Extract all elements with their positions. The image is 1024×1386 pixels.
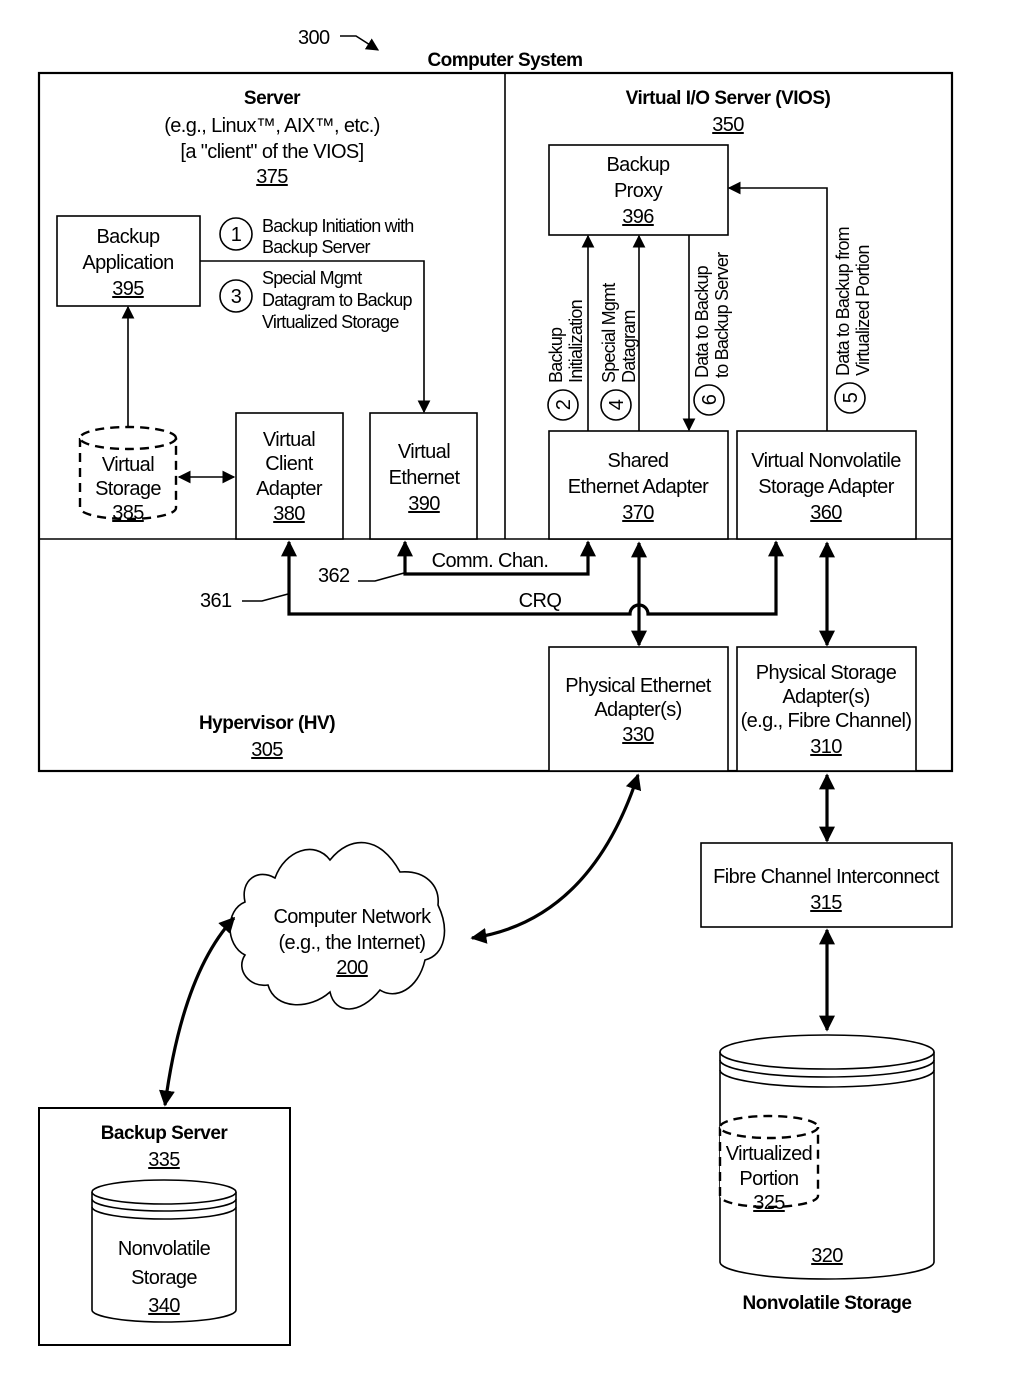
virtual-client-adapter-ref: 380 xyxy=(273,503,305,525)
backup-proxy[interactable]: Backup Proxy 396 xyxy=(548,144,729,236)
backup-storage-ref: 340 xyxy=(148,1295,180,1317)
comm-chan-ref: 362 xyxy=(318,565,350,587)
step-2-label: Backup xyxy=(546,327,566,383)
step-5-number: 5 xyxy=(840,392,862,403)
vios-ref: 350 xyxy=(712,114,744,136)
physical-storage-adapter-label: (e.g., Fibre Channel) xyxy=(741,710,912,732)
virtual-nonvolatile-storage-adapter[interactable]: Virtual Nonvolatile Storage Adapter 360 xyxy=(736,430,917,540)
shared-ethernet-adapter-label: Ethernet Adapter xyxy=(568,476,709,498)
physical-storage-adapter-ref: 310 xyxy=(810,736,842,758)
comm-chan-label: Comm. Chan. xyxy=(432,550,549,572)
virtualized-portion-label: Portion xyxy=(739,1168,798,1190)
server-ref: 375 xyxy=(256,166,288,188)
hypervisor-title: Hypervisor (HV) xyxy=(199,713,335,734)
step-5-label: Data to Backup from xyxy=(833,227,853,376)
computer-network-ref: 200 xyxy=(336,957,368,979)
backup-storage-label: Nonvolatile xyxy=(118,1238,211,1260)
shared-ethernet-adapter-label: Shared xyxy=(608,450,669,472)
step-6-label: Data to Backup xyxy=(692,265,712,378)
step-1-label: Backup Initiation with xyxy=(262,216,414,236)
virtualized-portion-ref: 325 xyxy=(753,1192,785,1214)
backup-server-title: Backup Server xyxy=(101,1123,229,1144)
backup-application[interactable]: Backup Application 395 xyxy=(56,215,201,307)
fibre-channel-label: Fibre Channel Interconnect xyxy=(713,866,940,888)
physical-ethernet-adapter-label: Physical Ethernet xyxy=(565,675,711,697)
computer-system-diagram: 300 Computer System Server (e.g., Linux™… xyxy=(37,27,954,1346)
physical-storage-adapter[interactable]: Physical Storage Adapter(s) (e.g., Fibre… xyxy=(736,646,917,772)
hypervisor-ref: 305 xyxy=(251,739,283,761)
server-note: [a "client" of the VIOS] xyxy=(180,141,363,163)
virtual-storage-ref: 385 xyxy=(112,502,144,524)
virtual-ethernet-label: Ethernet xyxy=(389,467,461,489)
virtualized-portion[interactable]: Virtualized Portion 325 xyxy=(718,1114,820,1214)
figure-reference: 300 xyxy=(298,27,380,51)
virtual-storage-label: Virtual xyxy=(102,454,154,476)
fibre-channel-ref: 315 xyxy=(810,892,842,914)
backup-application-label: Backup xyxy=(96,226,160,248)
crq-label: CRQ xyxy=(519,590,562,612)
virtual-ethernet-ref: 390 xyxy=(408,493,440,515)
step-5-label: Virtualized Portion xyxy=(853,245,873,376)
virtual-ethernet-label: Virtual xyxy=(398,441,450,463)
step-3-label: Special Mgmt xyxy=(262,268,362,288)
shared-ethernet-adapter[interactable]: Shared Ethernet Adapter 370 xyxy=(548,430,729,540)
nonvolatile-storage-title: Nonvolatile Storage xyxy=(743,1293,912,1314)
computer-network-cloud[interactable]: Computer Network (e.g., the Internet) 20… xyxy=(229,841,446,1010)
computer-network-label: (e.g., the Internet) xyxy=(279,932,426,954)
step-6-label: to Backup Server xyxy=(712,252,732,378)
physical-ethernet-adapter-ref: 330 xyxy=(622,724,654,746)
step-2-label: Initialization xyxy=(566,300,586,383)
virtual-client-adapter-label: Adapter xyxy=(256,478,323,500)
backup-proxy-ref: 396 xyxy=(622,206,654,228)
step-6-number: 6 xyxy=(699,394,721,405)
server-title: Server xyxy=(244,88,301,109)
step-4-number: 4 xyxy=(606,399,628,410)
backup-proxy-label: Backup xyxy=(606,154,670,176)
virtual-ethernet[interactable]: Virtual Ethernet 390 xyxy=(369,412,478,540)
figure-ref-number: 300 xyxy=(298,27,330,49)
step-2-number: 2 xyxy=(553,399,575,410)
physical-ethernet-adapter-label: Adapter(s) xyxy=(594,699,681,721)
virtual-client-adapter-label: Client xyxy=(265,453,314,475)
virtual-storage-label: Storage xyxy=(95,478,161,500)
physical-storage-adapter-label: Physical Storage xyxy=(756,662,897,684)
vnsa-label: Virtual Nonvolatile xyxy=(751,450,901,472)
backup-server-ref: 335 xyxy=(148,1149,180,1171)
step-1-label: Backup Server xyxy=(262,237,370,257)
vios-title: Virtual I/O Server (VIOS) xyxy=(626,88,831,109)
physical-ethernet-adapter[interactable]: Physical Ethernet Adapter(s) 330 xyxy=(548,646,729,772)
backup-nonvolatile-storage[interactable]: Nonvolatile Storage 340 xyxy=(91,1179,237,1323)
computer-network-label: Computer Network xyxy=(273,906,432,928)
virtual-client-adapter[interactable]: Virtual Client Adapter 380 xyxy=(235,412,344,540)
network-physical-ethernet-arrow xyxy=(470,773,642,944)
step-3-label: Datagram to Backup xyxy=(262,290,412,310)
step-1-number: 1 xyxy=(231,224,242,246)
backup-proxy-label: Proxy xyxy=(614,180,663,202)
nonvolatile-storage-ref: 320 xyxy=(811,1245,843,1267)
step-4-label: Special Mgmt xyxy=(599,283,619,383)
figure-ref-arrow xyxy=(340,35,380,51)
virtual-storage[interactable]: Virtual Storage 385 xyxy=(78,425,178,524)
network-backup-server-arrow xyxy=(158,916,236,1107)
system-title: Computer System xyxy=(427,50,582,71)
physical-storage-adapter-label: Adapter(s) xyxy=(782,686,869,708)
fibre-channel-interconnect[interactable]: Fibre Channel Interconnect 315 xyxy=(700,842,953,928)
vnsa-label: Storage Adapter xyxy=(758,476,894,498)
shared-ethernet-adapter-ref: 370 xyxy=(622,502,654,524)
virtualized-portion-label: Virtualized xyxy=(726,1143,812,1165)
backup-application-ref: 395 xyxy=(112,278,144,300)
step-3-label: Virtualized Storage xyxy=(262,312,399,332)
virtual-client-adapter-label: Virtual xyxy=(263,429,315,451)
crq-ref: 361 xyxy=(200,590,232,612)
step-4-label: Datagram xyxy=(619,310,639,383)
vnsa-ref: 360 xyxy=(810,502,842,524)
backup-application-label: Application xyxy=(82,252,173,274)
step-3-number: 3 xyxy=(231,286,242,308)
server-subtitle: (e.g., Linux™, AIX™, etc.) xyxy=(164,115,380,137)
backup-storage-label: Storage xyxy=(131,1267,197,1289)
